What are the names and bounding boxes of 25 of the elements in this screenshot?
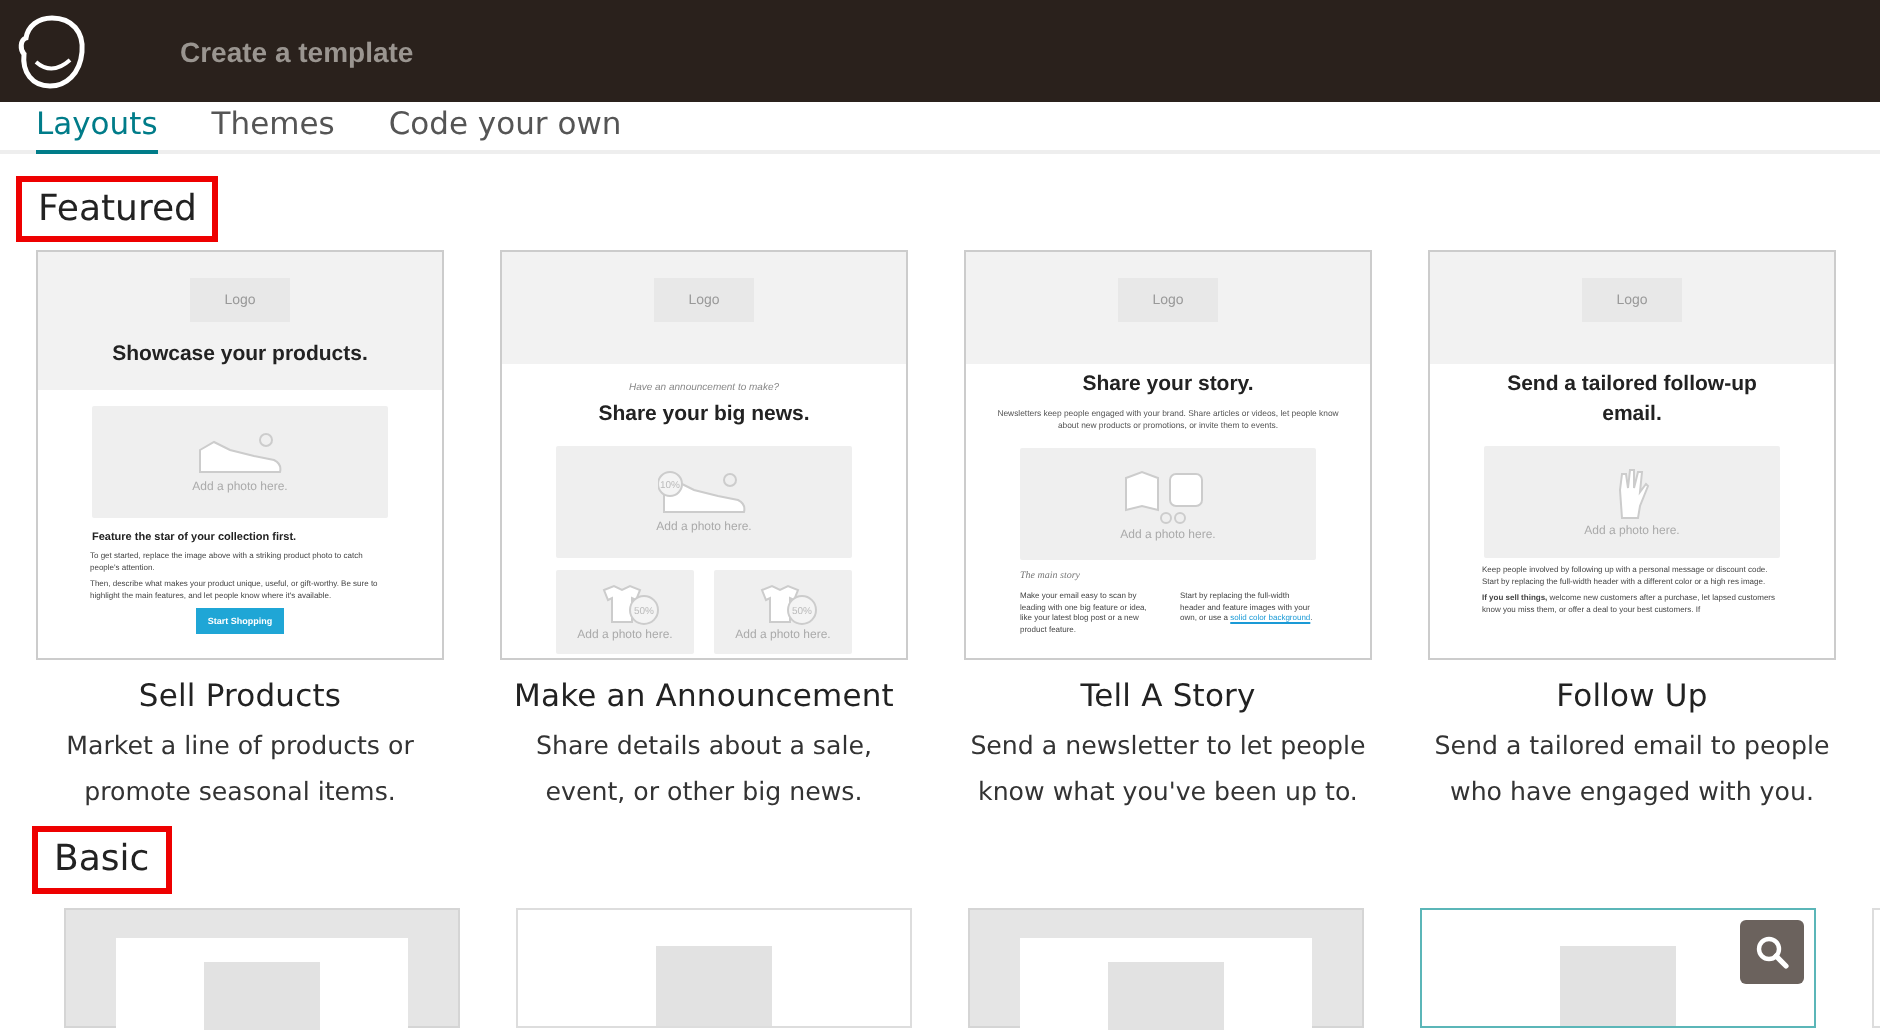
tab[interactable]: Code your own xyxy=(388,102,622,154)
template-description: Send a newsletter to let people know what you've been up to. xyxy=(968,728,1368,810)
shoe-icon xyxy=(194,430,286,478)
template-description: Send a tailored email to people who have engaged with you. xyxy=(1432,728,1832,810)
email-title: Share your story. xyxy=(1080,370,1256,400)
template-name: Tell A Story xyxy=(1080,678,1256,714)
email-title: Showcase your products. xyxy=(110,340,370,370)
logo-icon xyxy=(16,13,88,89)
search-icon xyxy=(1754,934,1790,970)
template-preview[interactable] xyxy=(1420,908,1816,1028)
email-title: Share your big news. xyxy=(596,400,812,430)
section-heading: Basic xyxy=(32,826,172,894)
template-description: Market a line of products or promote seasonal items. xyxy=(64,728,416,810)
section-heading: Featured xyxy=(16,176,219,242)
template-name: Make an Announcement xyxy=(514,678,894,714)
search-button[interactable] xyxy=(1740,920,1804,984)
email-title: Send a tailored follow-up email. xyxy=(1505,370,1759,430)
template-preview[interactable] xyxy=(36,250,444,660)
template-name: Sell Products xyxy=(138,678,342,714)
template-name: Follow Up xyxy=(1556,678,1708,714)
template-description: Share details about a sale, event, or other big news. xyxy=(534,728,874,810)
template-preview[interactable] xyxy=(1428,250,1836,660)
tab[interactable]: Themes xyxy=(211,102,335,154)
tab[interactable]: Layouts xyxy=(36,102,158,154)
page-title: Create a template xyxy=(180,35,414,67)
